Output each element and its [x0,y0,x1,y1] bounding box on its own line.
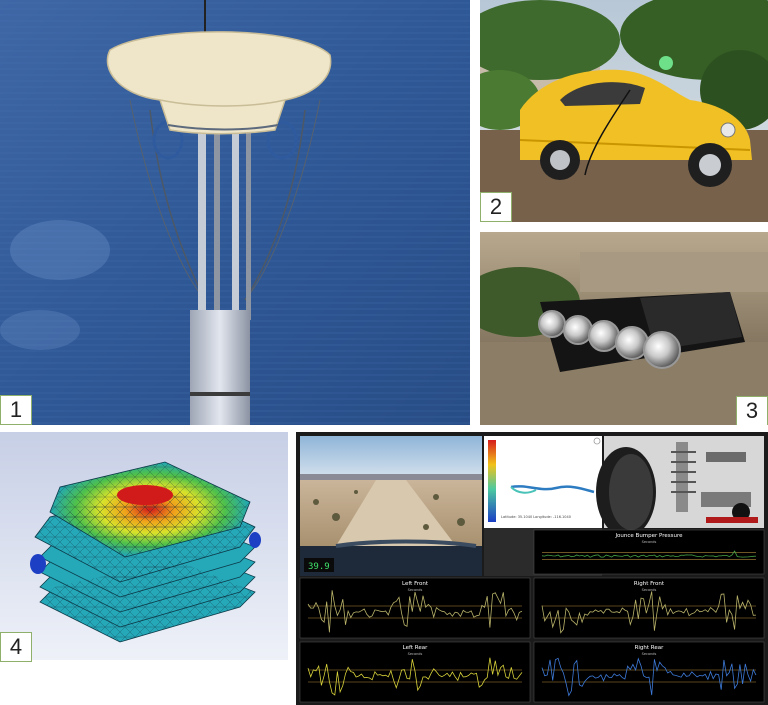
graph-panel: Right FrontSeconds [533,577,765,639]
map-caption: Latitude: 35.1040 Longitude: -116.1040 [501,515,571,519]
panel-3-label: 3 [736,396,768,425]
graph-title: Left Rear [403,645,428,651]
panel-4-label: 4 [0,632,32,662]
graph-panel: Right RearSeconds [533,641,765,703]
graph-title: Left Front [402,581,429,587]
dashboard-5-telemetry: 39.9 Latitude: 35.1040 Longitude: -116.1… [296,432,768,705]
photo-2-car: 2 [480,0,768,222]
graph-title: Right Front [634,581,665,587]
graph-axis-label: Seconds [408,652,423,656]
panel-2-label: 2 [480,192,512,222]
graph-panel: Left FrontSeconds [299,577,531,639]
graph-axis-label: Seconds [408,588,423,592]
render-4-fea-mesh [0,432,288,660]
graph-panel: Jounce Bumper PressureSeconds [533,529,765,575]
dashcam-view: 39.9 [300,436,482,576]
suspension-camera [596,436,764,537]
graph-title: Jounce Bumper Pressure [614,533,683,539]
dashboard-canvas: 39.9 Latitude: 35.1040 Longitude: -116.1… [299,436,765,703]
speed-readout: 39.9 [308,562,330,572]
graph-axis-label: Seconds [642,588,657,592]
photo-1-device: 1 [0,0,470,425]
graph-title: Right Rear [635,645,665,651]
graph-axis-label: Seconds [642,652,657,656]
panel-1-label: 1 [0,395,32,425]
photo-3-lights: 3 [480,232,768,425]
graph-panel: Left RearSeconds [299,641,531,703]
graph-axis-label: Seconds [642,540,657,544]
